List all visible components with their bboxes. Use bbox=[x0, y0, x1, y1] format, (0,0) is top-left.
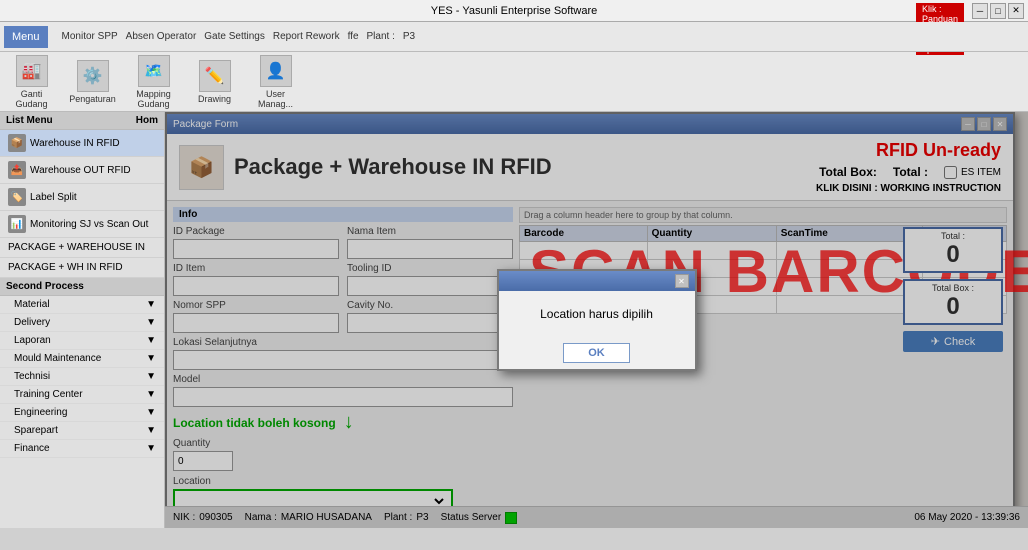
sidebar-label-package-wh-in: PACKAGE + WAREHOUSE IN bbox=[8, 242, 145, 253]
nav-plant-label: Plant : bbox=[367, 31, 395, 42]
content-area: Package Form ─ □ ✕ 📦 Package + Warehouse… bbox=[165, 112, 1028, 528]
sidebar-label-warehouse-in: Warehouse IN RFID bbox=[30, 138, 120, 149]
sidebar: List Menu Hom 📦 Warehouse IN RFID 📤 Ware… bbox=[0, 112, 165, 528]
close-btn[interactable]: ✕ bbox=[1008, 3, 1024, 19]
sidebar-laporan[interactable]: Laporan ▼ bbox=[0, 332, 164, 350]
sidebar-label-warehouse-out: Warehouse OUT RFID bbox=[30, 165, 131, 176]
sidebar-delivery[interactable]: Delivery ▼ bbox=[0, 314, 164, 332]
drawing-icon: ✏️ bbox=[199, 60, 231, 92]
ganti-gudang-icon: 🏭 bbox=[16, 55, 48, 87]
title-bar: YES - Yasunli Enterprise Software Klik :… bbox=[0, 0, 1028, 22]
modal-message: Location harus dipilih bbox=[540, 307, 653, 321]
warehouse-in-icon: 📦 bbox=[8, 134, 26, 152]
minimize-btn[interactable]: ─ bbox=[972, 3, 988, 19]
nav-gate-settings[interactable]: Gate Settings bbox=[204, 31, 265, 42]
modal-close-icon[interactable]: ✕ bbox=[675, 274, 689, 288]
mapping-icon: 🗺️ bbox=[138, 55, 170, 87]
sidebar-engineering[interactable]: Engineering ▼ bbox=[0, 404, 164, 422]
nav-plant-value: P3 bbox=[403, 31, 415, 42]
nav-absen[interactable]: Absen Operator bbox=[126, 31, 197, 42]
home-label: Hom bbox=[136, 115, 158, 126]
sidebar-technisi[interactable]: Technisi ▼ bbox=[0, 368, 164, 386]
sidebar-item-package-warehouse-in[interactable]: PACKAGE + WAREHOUSE IN bbox=[0, 238, 164, 258]
monitoring-icon: 📊 bbox=[8, 215, 26, 233]
sidebar-header: List Menu Hom bbox=[0, 112, 164, 130]
app-title: YES - Yasunli Enterprise Software bbox=[431, 5, 598, 17]
sidebar-label-monitoring: Monitoring SJ vs Scan Out bbox=[30, 219, 148, 230]
title-bar-controls: Klik : Panduan apabila gagal update ─ □ … bbox=[972, 3, 1024, 19]
toolbar-pengaturan[interactable]: ⚙️ Pengaturan bbox=[65, 60, 120, 104]
main-layout: List Menu Hom 📦 Warehouse IN RFID 📤 Ware… bbox=[0, 112, 1028, 528]
toolbar: Menu Monitor SPP Absen Operator Gate Set… bbox=[0, 22, 1028, 52]
toolbar-ganti-gudang[interactable]: 🏭 Ganti Gudang bbox=[4, 55, 59, 109]
maximize-btn[interactable]: □ bbox=[990, 3, 1006, 19]
label-split-icon: 🏷️ bbox=[8, 188, 26, 206]
sidebar-sparepart[interactable]: Sparepart ▼ bbox=[0, 422, 164, 440]
nav-report-rework[interactable]: Report Rework bbox=[273, 31, 340, 42]
modal-footer: OK bbox=[499, 337, 695, 369]
warehouse-out-icon: 📤 bbox=[8, 161, 26, 179]
sidebar-item-label-split[interactable]: 🏷️ Label Split bbox=[0, 184, 164, 211]
sidebar-finance[interactable]: Finance ▼ bbox=[0, 440, 164, 458]
modal-body: Location harus dipilih bbox=[499, 291, 695, 337]
sidebar-item-warehouse-in-rfid[interactable]: 📦 Warehouse IN RFID bbox=[0, 130, 164, 157]
toolbar-user-manage[interactable]: 👤 User Manag... bbox=[248, 55, 303, 109]
sidebar-label-label-split: Label Split bbox=[30, 192, 77, 203]
sidebar-item-monitoring-sj[interactable]: 📊 Monitoring SJ vs Scan Out bbox=[0, 211, 164, 238]
menu-button[interactable]: Menu bbox=[4, 26, 48, 48]
modal-dialog: ✕ Location harus dipilih OK bbox=[497, 269, 697, 371]
sidebar-item-package-wh-in-rfid[interactable]: PACKAGE + WH IN RFID bbox=[0, 258, 164, 278]
sidebar-material[interactable]: Material ▼ bbox=[0, 296, 164, 314]
sidebar-second-process[interactable]: Second Process bbox=[0, 278, 164, 296]
sidebar-item-warehouse-out-rfid[interactable]: 📤 Warehouse OUT RFID bbox=[0, 157, 164, 184]
nav-items: Monitor SPP Absen Operator Gate Settings… bbox=[62, 31, 1024, 42]
nav-monitor-spp[interactable]: Monitor SPP bbox=[62, 31, 118, 42]
modal-ok-button[interactable]: OK bbox=[563, 343, 630, 363]
toolbar-mapping[interactable]: 🗺️ Mapping Gudang bbox=[126, 55, 181, 109]
list-menu-label: List Menu bbox=[6, 115, 53, 126]
sidebar-label-package-rfid: PACKAGE + WH IN RFID bbox=[8, 262, 123, 273]
user-manage-icon: 👤 bbox=[260, 55, 292, 87]
modal-titlebar: ✕ bbox=[499, 271, 695, 291]
sidebar-mould-maintenance[interactable]: Mould Maintenance ▼ bbox=[0, 350, 164, 368]
sidebar-training-center[interactable]: Training Center ▼ bbox=[0, 386, 164, 404]
toolbar2: 🏭 Ganti Gudang ⚙️ Pengaturan 🗺️ Mapping … bbox=[0, 52, 1028, 112]
pengaturan-icon: ⚙️ bbox=[77, 60, 109, 92]
toolbar-drawing[interactable]: ✏️ Drawing bbox=[187, 60, 242, 104]
modal-overlay: ✕ Location harus dipilih OK bbox=[165, 112, 1028, 528]
nav-ffe[interactable]: ffe bbox=[348, 31, 359, 42]
